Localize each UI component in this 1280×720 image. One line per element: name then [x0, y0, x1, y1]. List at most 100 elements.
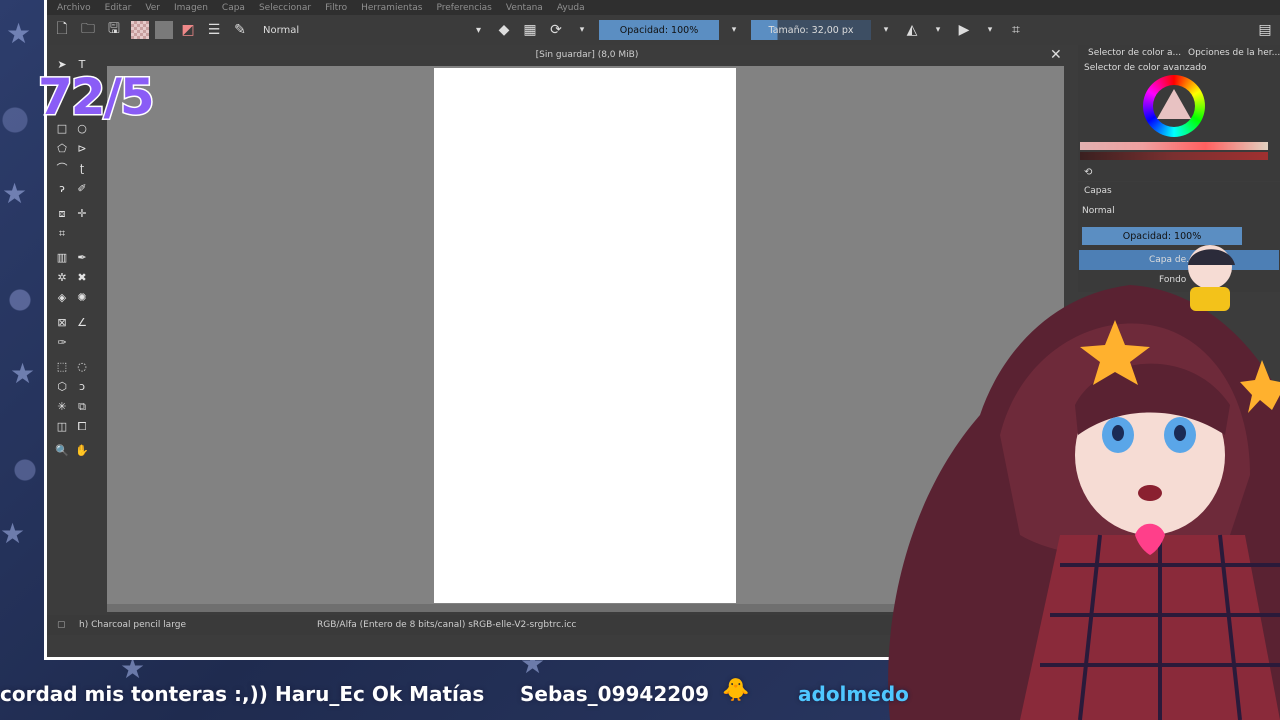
docker-tabs: Selector de color a... Opciones de la he…	[1078, 45, 1280, 63]
color-selector-title: Selector de color avanzado	[1084, 63, 1207, 73]
fill-tool-icon[interactable]: ◈	[55, 291, 69, 305]
refresh-icon[interactable]: ⟲	[1084, 167, 1092, 178]
bezier-tool-icon[interactable]: ⌒	[55, 162, 69, 176]
menu-archivo[interactable]: Archivo	[57, 3, 91, 13]
menu-ver[interactable]: Ver	[145, 3, 160, 13]
polyline-tool-icon[interactable]: ⊳	[75, 142, 89, 156]
color-profile-label: RGB/Alfa (Entero de 8 bits/canal) sRGB-e…	[317, 620, 577, 630]
menu-capa[interactable]: Capa	[222, 3, 245, 13]
freehand-path-icon[interactable]: ʈ	[75, 162, 89, 176]
docker-toggle-icon[interactable]: ▤	[1254, 19, 1276, 41]
layers-title: Capas	[1084, 186, 1112, 196]
vtuber-avatar	[888, 245, 1280, 720]
pattern-swatch[interactable]	[131, 21, 149, 39]
mirror-vertical-icon[interactable]: ▶	[953, 19, 975, 41]
chevron-down-icon[interactable]: ▾	[875, 19, 897, 41]
chat-message: adolmedo	[798, 682, 909, 706]
document-tab[interactable]: [Sin guardar] (8,0 MiB)	[107, 45, 1067, 65]
size-slider[interactable]: Tamaño: 32,00 px	[751, 20, 871, 40]
close-icon[interactable]: ✕	[1050, 47, 1062, 63]
chevron-down-icon[interactable]: ▾	[723, 19, 745, 41]
tab-tool-options[interactable]: Opciones de la her...	[1188, 48, 1280, 58]
brush-preset-icon[interactable]: ✎	[229, 19, 251, 41]
menubar: Archivo Editar Ver Imagen Capa Seleccion…	[47, 0, 1280, 15]
multibrush-icon[interactable]: ✐	[75, 182, 89, 196]
similar-select-icon[interactable]: ⧉	[75, 400, 89, 414]
menu-seleccionar[interactable]: Seleccionar	[259, 3, 311, 13]
reload-preset-icon[interactable]: ⟳	[545, 19, 567, 41]
star-decoration: ★	[2, 177, 28, 210]
wrap-mode-icon[interactable]: ⌗	[1005, 19, 1027, 41]
magnetic-select-icon[interactable]: ⧠	[75, 420, 89, 434]
main-toolbar: 🗋 🗀 🖫 ◩ ☰ ✎ Normal ▾ ◆ ▦ ⟳ ▾ Opacidad: 1…	[47, 15, 1280, 45]
size-value: Tamaño: 32,00 px	[768, 24, 854, 36]
current-brush-label: h) Charcoal pencil large	[79, 620, 186, 630]
stream-counter: 72/5	[37, 67, 157, 128]
chat-message: cordad mis tonteras :,))	[0, 682, 268, 706]
alpha-lock-icon[interactable]: ▦	[519, 19, 541, 41]
blend-mode-select[interactable]: Normal ▾	[257, 20, 487, 40]
document-title: [Sin guardar] (8,0 MiB)	[535, 50, 639, 60]
ellipse-select-icon[interactable]: ◌	[75, 360, 89, 374]
bezier-select-icon[interactable]: ◫	[55, 420, 69, 434]
layers-blend-value: Normal	[1082, 206, 1115, 216]
color-triangle[interactable]	[1157, 89, 1191, 119]
assistant-tool-icon[interactable]: ⊠	[55, 316, 69, 330]
rect-select-icon[interactable]: ⬚	[55, 360, 69, 374]
freehand-select-icon[interactable]: ↄ	[75, 380, 89, 394]
chevron-down-icon[interactable]: ▾	[927, 19, 949, 41]
menu-filtro[interactable]: Filtro	[325, 3, 347, 13]
star-decoration: ★	[0, 517, 26, 550]
tab-color-selector[interactable]: Selector de color a...	[1088, 48, 1181, 58]
menu-editar[interactable]: Editar	[105, 3, 132, 13]
gradient-tool-icon[interactable]: ▥	[55, 251, 69, 265]
emote-icon: 🐥	[722, 678, 750, 703]
fg-bg-color-icon[interactable]: ◩	[177, 19, 199, 41]
dynamic-brush-icon[interactable]: ɂ	[55, 182, 69, 196]
polygon-select-icon[interactable]: ⬡	[55, 380, 69, 394]
chat-message: Haru_Ec Ok Matías	[275, 682, 485, 706]
chat-message: Sebas_09942209	[520, 682, 710, 706]
menu-herramientas[interactable]: Herramientas	[361, 3, 422, 13]
zoom-tool-icon[interactable]: 🔍	[55, 444, 69, 458]
new-document-icon[interactable]: 🗋	[51, 19, 73, 41]
contiguous-select-icon[interactable]: ✳	[55, 400, 69, 414]
chat-ticker: cordad mis tonteras :,)) Haru_Ec Ok Matí…	[0, 672, 1280, 716]
star-decoration: ★	[10, 357, 36, 390]
save-icon[interactable]: 🖫	[103, 19, 125, 41]
color-selector-docker: Selector de color avanzado ⟲	[1078, 63, 1280, 181]
opacity-value: Opacidad: 100%	[619, 24, 699, 36]
menu-preferencias[interactable]: Preferencias	[436, 3, 491, 13]
open-folder-icon[interactable]: 🗀	[77, 19, 99, 41]
polygon-tool-icon[interactable]: ⬠	[55, 142, 69, 156]
move-tool-icon[interactable]: ✛	[75, 207, 89, 221]
blend-mode-value: Normal	[263, 24, 300, 36]
star-decoration: ★	[6, 17, 32, 50]
color-wheel[interactable]	[1143, 75, 1205, 137]
color-history-bar[interactable]	[1080, 142, 1268, 150]
mirror-horizontal-icon[interactable]: ◭	[901, 19, 923, 41]
menu-ayuda[interactable]: Ayuda	[557, 3, 585, 13]
eraser-icon[interactable]: ◆	[493, 19, 515, 41]
reference-tool-icon[interactable]: ✑	[55, 336, 69, 350]
menu-imagen[interactable]: Imagen	[174, 3, 208, 13]
canvas-page[interactable]	[434, 68, 736, 603]
menu-ventana[interactable]: Ventana	[506, 3, 543, 13]
chevron-down-icon[interactable]: ▾	[979, 19, 1001, 41]
transform-tool-icon[interactable]: ⧈	[55, 207, 69, 221]
brush-preview-icon: ▢	[57, 620, 66, 630]
layers-blend-select[interactable]: Normal	[1082, 204, 1252, 218]
gradient-swatch[interactable]	[155, 21, 173, 39]
chevron-down-icon[interactable]: ▾	[571, 19, 593, 41]
pan-tool-icon[interactable]: ✋	[75, 444, 89, 458]
color-picker-icon[interactable]: ✒	[75, 251, 89, 265]
enclose-fill-icon[interactable]: ✺	[75, 291, 89, 305]
brush-settings-icon[interactable]: ☰	[203, 19, 225, 41]
measure-tool-icon[interactable]: ∠	[75, 316, 89, 330]
smart-patch-icon[interactable]: ✲	[55, 271, 69, 285]
colorize-mask-icon[interactable]: ✖	[75, 271, 89, 285]
color-shade-bar[interactable]	[1080, 152, 1268, 160]
crop-tool-icon[interactable]: ⌗	[55, 227, 69, 241]
chevron-down-icon: ▾	[475, 24, 481, 36]
opacity-slider[interactable]: Opacidad: 100%	[599, 20, 719, 40]
